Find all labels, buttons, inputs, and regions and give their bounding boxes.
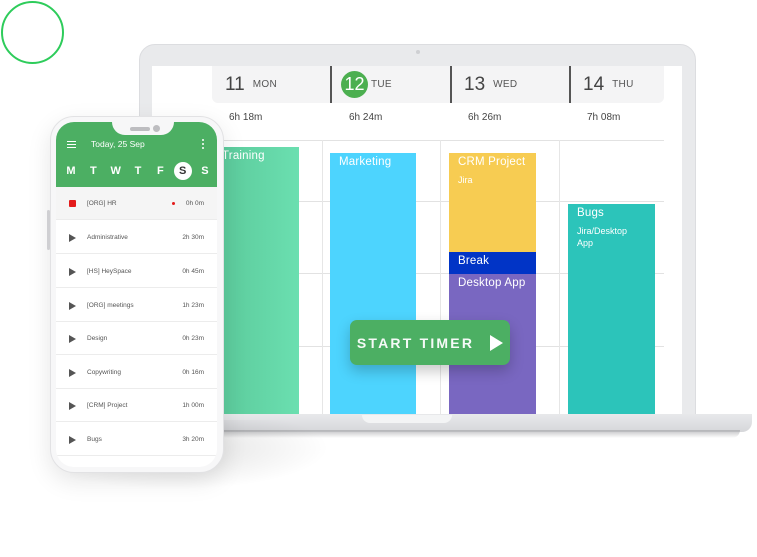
task-duration: 1h 23m: [182, 301, 204, 309]
grid-line: [559, 140, 560, 414]
task-duration: 0h 45m: [182, 267, 204, 275]
task-duration: 0h 0m: [185, 199, 204, 207]
weekday-sun[interactable]: S: [196, 162, 214, 180]
phone-side-button: [47, 210, 50, 250]
task-name: Design: [87, 334, 108, 342]
event-title: Training: [222, 150, 265, 162]
event-title: CRM Project: [458, 156, 526, 168]
day-number: 14: [583, 73, 605, 95]
task-row[interactable]: Copywriting 0h 16m: [56, 356, 217, 389]
event-title: Break: [458, 255, 490, 267]
day-total-thu: 7h 08m: [587, 112, 621, 123]
day-number-today: 12: [341, 71, 368, 98]
task-row[interactable]: [ORG] HR 0h 0m: [56, 187, 217, 220]
event-subtitle: Jira/Desktop App: [577, 226, 628, 248]
grid-line: [440, 140, 441, 414]
day-separator: [330, 66, 332, 103]
phone-date-label: Today, 25 Sep: [91, 139, 145, 149]
task-row[interactable]: [ORG] meetings 1h 23m: [56, 289, 217, 322]
weekday-sat-active[interactable]: S: [173, 162, 192, 180]
event-bugs[interactable]: Bugs Jira/Desktop App: [568, 204, 655, 414]
phone-speaker: [130, 127, 150, 131]
weekday-fri[interactable]: F: [151, 162, 169, 180]
event-crm-project[interactable]: CRM Project Jira: [449, 153, 536, 252]
task-duration: 0h 23m: [182, 334, 204, 342]
event-marketing[interactable]: Marketing: [330, 153, 416, 414]
task-name: Copywriting: [87, 368, 121, 376]
event-training[interactable]: Training: [222, 147, 299, 414]
day-header-thu[interactable]: 14 THU: [583, 66, 634, 103]
task-row[interactable]: [CRM] Project 1h 00m: [56, 389, 217, 422]
play-icon[interactable]: [69, 436, 76, 444]
day-header-mon[interactable]: 11 MON: [225, 66, 277, 103]
task-row[interactable]: Design 0h 23m: [56, 322, 217, 355]
decorative-circle: [1, 1, 64, 64]
play-icon[interactable]: [69, 234, 76, 242]
weekday-mon[interactable]: M: [62, 162, 80, 180]
task-row[interactable]: Bugs 3h 20m: [56, 423, 217, 456]
menu-icon[interactable]: [67, 141, 76, 148]
task-duration: 3h 20m: [182, 435, 204, 443]
start-timer-label: START TIMER: [356, 334, 475, 351]
task-duration: 2h 30m: [182, 233, 204, 241]
start-timer-button[interactable]: START TIMER: [350, 320, 510, 365]
day-total-wed: 6h 26m: [468, 112, 502, 123]
weekday-wed[interactable]: W: [107, 162, 125, 180]
day-total-tue: 6h 24m: [349, 112, 383, 123]
task-duration: 0h 16m: [182, 368, 204, 376]
phone-screen: Today, 25 Sep M T W T F S S [ORG] HR 0h …: [56, 122, 217, 467]
play-icon[interactable]: [69, 402, 76, 410]
task-name: [ORG] HR: [87, 199, 117, 207]
task-row[interactable]: [HS] HeySpace 0h 45m: [56, 255, 217, 288]
play-icon[interactable]: [69, 268, 76, 276]
weekday-thu[interactable]: T: [129, 162, 147, 180]
recording-dot-icon: [172, 201, 175, 205]
event-title: Marketing: [339, 156, 392, 168]
play-icon[interactable]: [69, 369, 76, 377]
play-icon[interactable]: [69, 335, 76, 343]
weekday-tue[interactable]: T: [84, 162, 102, 180]
day-separator: [450, 66, 452, 103]
laptop-notch: [362, 415, 452, 423]
day-total-mon: 6h 18m: [229, 112, 263, 123]
laptop-camera: [416, 50, 420, 54]
task-duration: 1h 00m: [182, 401, 204, 409]
play-icon: [490, 334, 504, 351]
event-title: Bugs: [577, 207, 605, 219]
play-icon[interactable]: [69, 302, 76, 310]
grid-line: [322, 140, 323, 414]
task-name: [ORG] meetings: [87, 301, 134, 309]
day-name: MON: [252, 79, 277, 90]
day-number: 13: [464, 73, 486, 95]
day-number: 11: [225, 73, 245, 95]
task-name: Bugs: [87, 435, 102, 443]
task-name: [CRM] Project: [87, 401, 128, 409]
task-row[interactable]: Administrative 2h 30m: [56, 221, 217, 254]
phone-camera: [153, 125, 160, 132]
more-options-icon[interactable]: [202, 139, 205, 149]
event-break[interactable]: Break: [449, 252, 536, 274]
day-name: TUE: [371, 79, 392, 90]
grid-line: [222, 140, 664, 141]
task-name: Administrative: [87, 233, 128, 241]
event-title: Desktop App: [458, 277, 526, 289]
event-subtitle: Jira: [458, 175, 473, 185]
weekday-selector: M T W T F S S: [62, 162, 214, 180]
day-header-wed[interactable]: 13 WED: [464, 66, 517, 103]
day-name: WED: [493, 79, 518, 90]
day-name: THU: [612, 79, 634, 90]
day-separator: [569, 66, 571, 103]
task-name: [HS] HeySpace: [87, 267, 132, 275]
day-header-tue[interactable]: 12 TUE: [341, 66, 392, 103]
stop-icon[interactable]: [69, 200, 76, 207]
